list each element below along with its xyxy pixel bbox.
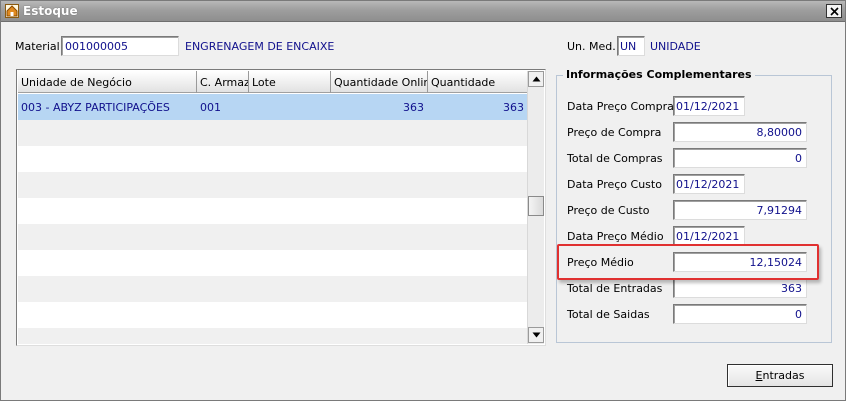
field-preco-custo[interactable]: 7,91294 <box>673 200 807 220</box>
label-total-compras: Total de Compras <box>567 152 663 165</box>
cell-unidade: 003 - ABYZ PARTICIPAÇÕES <box>21 101 170 114</box>
empty-row <box>18 276 529 302</box>
estoque-window: Estoque Material 001000005 ENGRENAGEM DE… <box>0 0 846 401</box>
unit-label: Un. Med. <box>567 40 616 53</box>
column-header-unidade[interactable]: Unidade de Negócio <box>18 71 197 93</box>
label-preco-compra: Preço de Compra <box>567 126 662 139</box>
entradas-button[interactable]: Entradas <box>727 364 833 387</box>
label-data-preco-medio: Data Preço Médio <box>567 230 664 243</box>
column-header-armazem[interactable]: C. Armaz. <box>197 71 249 93</box>
preco-medio-highlight-box <box>557 244 819 280</box>
label-preco-custo: Preço de Custo <box>567 204 650 217</box>
info-group-title: Informações Complementares <box>563 68 755 81</box>
column-header-quantidade-online[interactable]: Quantidade Online <box>331 71 428 93</box>
scroll-up-icon[interactable] <box>528 71 544 87</box>
material-label: Material <box>15 40 60 53</box>
cell-quantidade-online: 363 <box>403 101 424 114</box>
window-title: Estoque <box>23 4 78 18</box>
stock-grid[interactable]: Unidade de Negócio C. Armaz. Lote Quanti… <box>16 69 546 346</box>
empty-row <box>18 198 529 224</box>
field-total-entradas[interactable]: 363 <box>673 278 807 298</box>
empty-row <box>18 146 529 172</box>
cell-quantidade: 363 <box>503 101 524 114</box>
unit-code-field[interactable]: UN <box>617 36 645 56</box>
label-total-entradas: Total de Entradas <box>567 282 663 295</box>
column-header-quantidade[interactable]: Quantidade <box>428 71 529 93</box>
empty-row <box>18 302 529 328</box>
scroll-down-icon[interactable] <box>528 327 544 343</box>
scroll-thumb[interactable] <box>528 196 544 216</box>
field-preco-compra[interactable]: 8,80000 <box>673 122 807 142</box>
field-total-compras[interactable]: 0 <box>673 148 807 168</box>
grid-scrollbar[interactable] <box>527 71 544 344</box>
field-data-preco-compra[interactable]: 01/12/2021 <box>673 96 745 116</box>
cell-armazem: 001 <box>200 101 221 114</box>
label-total-saidas: Total de Saidas <box>567 308 650 321</box>
material-code-field[interactable]: 001000005 <box>61 36 179 56</box>
field-total-saidas[interactable]: 0 <box>673 304 807 324</box>
field-data-preco-medio[interactable]: 01/12/2021 <box>673 226 745 246</box>
empty-row <box>18 250 529 276</box>
column-header-lote[interactable]: Lote <box>249 71 331 93</box>
empty-row <box>18 328 529 344</box>
empty-row <box>18 224 529 250</box>
empty-row <box>18 120 529 146</box>
entradas-button-label: ntradas <box>762 369 805 382</box>
grid-header: Unidade de Negócio C. Armaz. Lote Quanti… <box>18 71 529 93</box>
label-data-preco-custo: Data Preço Custo <box>567 178 662 191</box>
label-data-preco-compra: Data Preço Compra <box>567 100 674 113</box>
unit-description: UNIDADE <box>650 40 701 53</box>
field-data-preco-custo[interactable]: 01/12/2021 <box>673 174 745 194</box>
material-description: ENGRENAGEM DE ENCAIXE <box>185 40 335 53</box>
table-row[interactable]: 003 - ABYZ PARTICIPAÇÕES 001 363 363 <box>18 94 529 120</box>
app-icon <box>5 4 19 18</box>
close-icon[interactable] <box>826 4 842 18</box>
empty-row <box>18 172 529 198</box>
title-bar[interactable]: Estoque <box>1 1 845 22</box>
